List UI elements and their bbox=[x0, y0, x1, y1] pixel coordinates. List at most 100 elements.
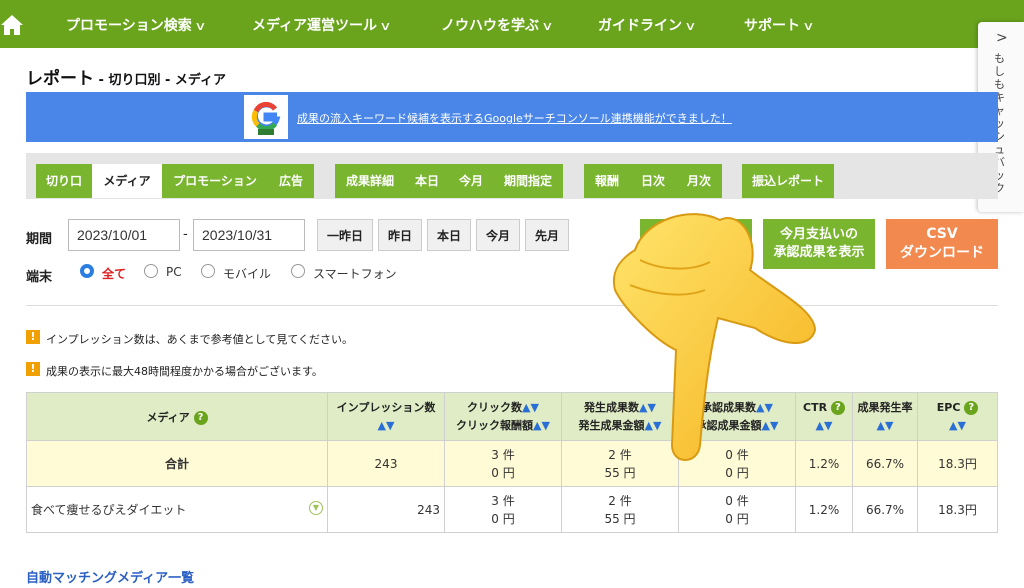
page-title: レポート - 切り口別 - メディア bbox=[26, 64, 226, 89]
device-radio-all[interactable] bbox=[80, 264, 94, 278]
device-radio-smartphone[interactable] bbox=[291, 264, 305, 278]
cell-value: 3 件 bbox=[491, 447, 515, 462]
google-g-icon bbox=[244, 95, 288, 139]
nav-item-label: メディア運営ツール bbox=[252, 18, 378, 34]
period-label: 期間 bbox=[26, 232, 53, 247]
notice-text: 成果の表示に最大48時間程度かかる場合がございます。 bbox=[46, 365, 323, 378]
nav-item-media-tools[interactable]: メディア運営ツール ∨ bbox=[252, 15, 392, 35]
cell-value: 0 円 bbox=[725, 511, 749, 526]
nav-item-label: ノウハウを学ぶ bbox=[441, 18, 539, 34]
sort-icon[interactable]: ▲▼ bbox=[855, 417, 915, 435]
date-range-separator: - bbox=[183, 227, 188, 242]
tab-kirikuchi[interactable]: 切り口 bbox=[36, 164, 92, 198]
tab-ad[interactable]: 広告 bbox=[268, 164, 314, 198]
yesterday-button[interactable]: 昨日 bbox=[378, 219, 422, 251]
nav-item-label: サポート bbox=[744, 18, 800, 34]
sort-icon[interactable]: ▲▼ bbox=[330, 417, 442, 435]
search-console-link[interactable]: 成果の流入キーワード候補を表示するGoogleサーチコンソール連携機能ができまし… bbox=[297, 110, 732, 126]
title-main: レポート bbox=[26, 69, 94, 89]
device-option-label: 全て bbox=[102, 267, 127, 281]
day-before-yesterday-button[interactable]: 一昨日 bbox=[317, 219, 373, 251]
cell-impressions: 243 bbox=[327, 440, 445, 487]
date-from-input[interactable] bbox=[68, 219, 180, 251]
cell-value: 0 件 bbox=[725, 493, 749, 508]
tab-this-month[interactable]: 今月 bbox=[449, 164, 493, 198]
warning-icon: ! bbox=[26, 330, 40, 344]
nav-item-knowhow[interactable]: ノウハウを学ぶ ∨ bbox=[441, 15, 554, 35]
device-radio-mobile[interactable] bbox=[201, 264, 215, 278]
tab-result-detail[interactable]: 成果詳細 bbox=[335, 164, 405, 198]
chevron-down-icon: ∨ bbox=[541, 19, 554, 33]
col-epc: EPC ? ▲▼ bbox=[917, 392, 998, 441]
notice-text: インプレッション数は、あくまで参考値として見てください。 bbox=[46, 333, 354, 346]
sort-icon[interactable]: ▲▼ bbox=[920, 417, 995, 435]
cell-rate: 66.7% bbox=[852, 486, 918, 533]
tab-daily[interactable]: 日次 bbox=[630, 164, 676, 198]
total-row: 合計 243 3 件0 円 2 件 55 円 0 件0 円 1.2% 66.7% … bbox=[26, 440, 998, 487]
nav-item-support[interactable]: サポート ∨ bbox=[744, 15, 815, 35]
col-clicks: クリック数▲▼ クリック報酬額▲▼ bbox=[444, 392, 562, 441]
tab-transfer-report[interactable]: 振込レポート bbox=[742, 164, 834, 198]
device-option-label: モバイル bbox=[223, 267, 272, 281]
cell-impressions: 243 bbox=[327, 486, 445, 533]
tab-period[interactable]: 期間指定 bbox=[493, 164, 563, 198]
col-impressions: インプレッション数 ▲▼ bbox=[327, 392, 445, 441]
home-icon[interactable] bbox=[0, 14, 24, 36]
header-label: EPC bbox=[936, 400, 961, 414]
tab-monthly[interactable]: 月次 bbox=[676, 164, 722, 198]
device-radio-pc[interactable] bbox=[144, 264, 158, 278]
today-button[interactable]: 本日 bbox=[427, 219, 471, 251]
header-label: 成果発生率 bbox=[857, 400, 913, 414]
cell-value: 2 件 bbox=[608, 493, 632, 508]
tab-today[interactable]: 本日 bbox=[405, 164, 449, 198]
chevron-down-icon: ∨ bbox=[802, 19, 815, 33]
cell-epc: 18.3円 bbox=[917, 440, 998, 487]
device-label: 端末 bbox=[26, 270, 53, 285]
chevron-down-icon: ∨ bbox=[684, 19, 697, 33]
cell-value: 55 円 bbox=[604, 511, 636, 526]
button-line: ダウンロード bbox=[900, 245, 984, 261]
chevron-down-icon: ∨ bbox=[193, 19, 207, 33]
title-breadcrumb: - 切り口別 - メディア bbox=[94, 73, 226, 88]
cell-media: 食べて痩せるぴえダイエット ▼ bbox=[26, 486, 328, 533]
cell-value: 3 件 bbox=[491, 493, 515, 508]
nav-item-label: ガイドライン bbox=[598, 18, 682, 34]
nav-item-guideline[interactable]: ガイドライン ∨ bbox=[598, 15, 697, 35]
nav-item-promotion-search[interactable]: プロモーション検索 ∨ bbox=[66, 15, 207, 35]
date-to-input[interactable] bbox=[193, 219, 305, 251]
device-option-label: スマートフォン bbox=[313, 267, 397, 281]
cell-epc: 18.3円 bbox=[917, 486, 998, 533]
last-month-button[interactable]: 先月 bbox=[525, 219, 569, 251]
this-month-button[interactable]: 今月 bbox=[476, 219, 520, 251]
help-icon[interactable]: ? bbox=[830, 400, 845, 415]
tab-reward[interactable]: 報酬 bbox=[584, 164, 630, 198]
tab-media[interactable]: メディア bbox=[92, 164, 162, 198]
tab-promotion[interactable]: プロモーション bbox=[162, 164, 268, 198]
auto-matching-media-link[interactable]: 自動マッチングメディア一覧 bbox=[26, 567, 194, 586]
chevron-right-icon: > bbox=[996, 30, 1008, 46]
cell-clicks: 3 件0 円 bbox=[444, 440, 562, 487]
col-media: メディア ? bbox=[26, 392, 328, 441]
help-icon[interactable]: ? bbox=[964, 400, 979, 415]
cell-approved: 0 件0 円 bbox=[678, 486, 796, 533]
button-line: CSV bbox=[926, 226, 958, 242]
cell-rate: 66.7% bbox=[852, 440, 918, 487]
nav-item-label: プロモーション検索 bbox=[66, 18, 192, 34]
chevron-down-icon: ∨ bbox=[379, 19, 392, 33]
table-row: 食べて痩せるぴえダイエット ▼ 243 3 件 0 円 2 件 55 円 0 件0 円… bbox=[26, 486, 998, 533]
header-label: クリック報酬額 bbox=[456, 418, 534, 432]
csv-download-button[interactable]: CSV ダウンロード bbox=[886, 219, 998, 269]
chevron-down-circle-icon[interactable]: ▼ bbox=[309, 501, 323, 515]
sort-icon[interactable]: ▲▼ bbox=[522, 401, 539, 414]
warning-icon: ! bbox=[26, 362, 40, 376]
cell-ctr: 1.2% bbox=[795, 486, 853, 533]
total-label: 合計 bbox=[26, 440, 328, 487]
media-name: 食べて痩せるぴえダイエット bbox=[31, 503, 187, 517]
header-label: インプレッション数 bbox=[336, 400, 436, 414]
sort-icon[interactable]: ▲▼ bbox=[533, 419, 550, 432]
col-rate: 成果発生率 ▲▼ bbox=[852, 392, 918, 441]
device-option-label: PC bbox=[166, 265, 182, 279]
help-icon[interactable]: ? bbox=[193, 410, 208, 425]
table-header-row: メディア ? インプレッション数 ▲▼ クリック数▲▼ クリック報酬額▲▼ 発生成果… bbox=[26, 392, 998, 441]
cell-generated: 2 件 55 円 bbox=[561, 486, 679, 533]
